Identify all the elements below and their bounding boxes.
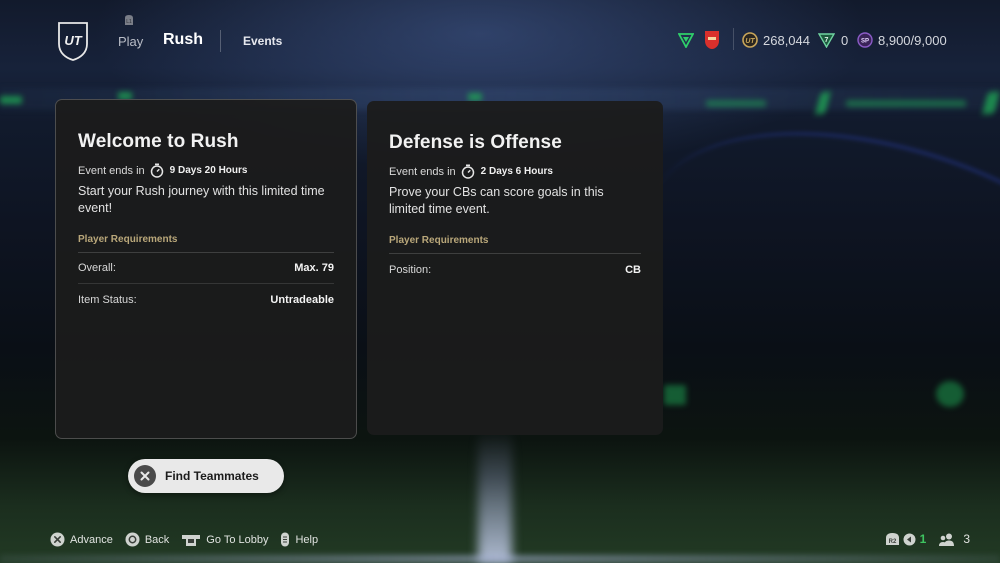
svg-text:7: 7 [825, 37, 829, 44]
requirement-row: Overall: Max. 79 [78, 253, 334, 284]
stopwatch-icon [150, 163, 163, 178]
footer-hints: Advance Back Go To Lobby Help [50, 532, 330, 547]
season-points-amount: 8,900/9,000 [878, 32, 947, 48]
coins-icon: UT [742, 32, 758, 48]
event-duration: 2 Days 6 Hours [480, 166, 553, 177]
svg-text:R2: R2 [888, 539, 896, 545]
pitch-center-line [478, 430, 512, 563]
requirement-row: Position: CB [389, 254, 641, 285]
event-description: Start your Rush journey with this limite… [78, 184, 325, 215]
svg-text:SP: SP [861, 39, 869, 45]
requirement-key: Item Status: [78, 293, 137, 306]
event-ends-label: Event ends in [389, 165, 456, 178]
background-led-board [0, 96, 22, 104]
event-title: Defense is Offense [389, 132, 562, 153]
coins-balance: UT 268,044 [742, 30, 810, 50]
event-duration: 9 Days 20 Hours [169, 165, 248, 176]
club-crest-icon [705, 31, 719, 49]
requirement-key: Position: [389, 263, 432, 276]
cross-button-icon [134, 465, 156, 487]
top-bar: UT L1 Play Rush Events UT 268,044 7 0 SP… [0, 0, 1000, 80]
svg-text:L1: L1 [126, 19, 132, 25]
currency-divider [733, 28, 734, 50]
pitch-line [0, 555, 1000, 563]
touchpad-icon [181, 533, 201, 547]
options-button-icon [280, 532, 290, 547]
nav-divider [220, 30, 221, 52]
season-points-balance: SP 8,900/9,000 [857, 30, 947, 50]
event-title: Welcome to Rush [78, 131, 239, 152]
r2-button-icon: R2 [885, 532, 900, 546]
nav-tab-rush[interactable]: Rush [163, 31, 203, 49]
background-led-board [468, 93, 482, 101]
background-led-board [664, 385, 686, 405]
event-description: Prove your CBs can score goals in this l… [389, 185, 604, 216]
svg-text:UT: UT [745, 38, 755, 45]
find-teammates-label: Find Teammates [165, 469, 259, 483]
voice-count: 1 [919, 532, 927, 546]
hint-help[interactable]: Help [280, 532, 318, 547]
requirement-key: Overall: [78, 262, 116, 274]
requirement-row: Item Status: Untradeable [78, 284, 334, 315]
event-ends: Event ends in 2 Days 6 Hours [389, 164, 641, 179]
find-teammates-button[interactable]: Find Teammates [128, 459, 284, 493]
player-requirements-label: Player Requirements [389, 235, 641, 254]
fc-points-balance: 7 0 [818, 30, 848, 50]
party-count: 3 [963, 532, 970, 546]
coins-amount: 268,044 [763, 32, 810, 48]
background-led-board [846, 100, 966, 107]
requirement-value: CB [625, 263, 641, 276]
svg-text:UT: UT [64, 33, 82, 48]
controller-button-icon: L1 [125, 15, 133, 25]
party-icon[interactable] [938, 533, 955, 546]
hint-advance[interactable]: Advance [50, 532, 113, 547]
club-crest [704, 30, 720, 50]
hint-back-label: Back [144, 533, 170, 546]
stopwatch-icon [461, 164, 474, 179]
event-card-defense-is-offense[interactable]: Defense is Offense Event ends in 2 Days … [367, 101, 663, 435]
ut-logo-icon[interactable]: UT [56, 20, 90, 62]
season-points-icon: SP [857, 32, 873, 48]
division-badge-icon [678, 33, 694, 48]
requirement-value: Untradeable [270, 293, 334, 306]
hint-advance-label: Advance [70, 533, 113, 546]
event-ends-label: Event ends in [78, 164, 145, 177]
circle-button-icon [125, 532, 140, 547]
requirement-value: Max. 79 [294, 262, 334, 274]
event-card-welcome-to-rush[interactable]: Welcome to Rush Event ends in 9 Days 20 … [55, 99, 357, 439]
hint-go-to-lobby[interactable]: Go To Lobby [181, 533, 268, 547]
division-badge [678, 30, 694, 50]
fc-points-amount: 0 [841, 32, 849, 48]
hint-help-label: Help [295, 533, 319, 546]
player-requirements-label: Player Requirements [78, 234, 334, 253]
nav-tab-events[interactable]: Events [243, 34, 282, 48]
fc-points-icon: 7 [818, 33, 835, 48]
background-led-board [706, 100, 766, 107]
event-ends: Event ends in 9 Days 20 Hours [78, 163, 334, 178]
nav-tab-play[interactable]: Play [118, 34, 143, 49]
hint-back[interactable]: Back [125, 532, 169, 547]
cross-button-icon [50, 532, 65, 547]
hint-go-to-lobby-label: Go To Lobby [206, 533, 269, 546]
footer-status: R2 1 3 [885, 532, 970, 546]
voice-icon [903, 533, 916, 546]
